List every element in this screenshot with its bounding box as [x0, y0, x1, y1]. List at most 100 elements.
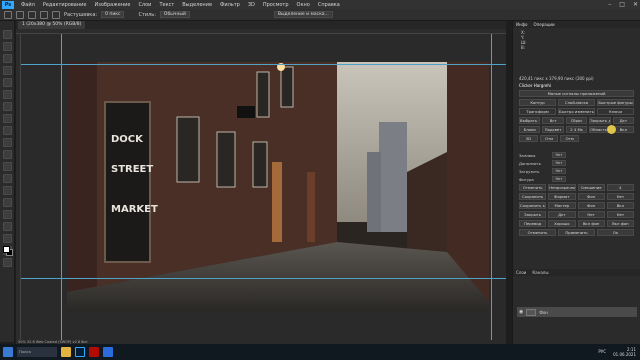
windows-start-icon[interactable]: [3, 347, 13, 357]
pen-tool-icon[interactable]: [3, 198, 12, 207]
prop-extend-value[interactable]: Нет: [552, 160, 566, 166]
maximize-icon[interactable]: □: [619, 1, 625, 8]
grid-no-1[interactable]: Нет: [606, 193, 634, 200]
grid-good[interactable]: Хорошо: [548, 220, 576, 227]
tab-layers[interactable]: Слои: [516, 270, 526, 275]
quick-select-tool-icon[interactable]: [3, 66, 12, 75]
layer-mask-button[interactable]: Слой-маска: [558, 99, 595, 106]
contour-button[interactable]: Контур: [519, 99, 556, 106]
guide-horizontal-bottom[interactable]: [21, 278, 506, 279]
gradient-tool-icon[interactable]: [3, 162, 12, 171]
guide-vertical-right[interactable]: [491, 34, 492, 340]
feather-input[interactable]: 0 пикс: [101, 11, 125, 18]
eyedropper-tool-icon[interactable]: [3, 90, 12, 99]
menu-window[interactable]: Окно: [293, 2, 314, 8]
taskbar-search[interactable]: Поиск: [17, 347, 57, 357]
menu-image[interactable]: Изображение: [90, 2, 134, 8]
file-explorer-icon[interactable]: [61, 347, 71, 357]
dodge-tool-icon[interactable]: [3, 186, 12, 195]
brush-tool-icon[interactable]: [3, 114, 12, 123]
cancel-button-1[interactable]: Отм: [539, 135, 559, 142]
section-title-button[interactable]: Малые сигналы приложений: [519, 90, 634, 97]
document-image[interactable]: DOCK STREET MARKET: [67, 62, 489, 312]
photoshop-taskbar-icon[interactable]: [75, 347, 85, 357]
close-icon[interactable]: ✕: [633, 1, 638, 8]
ops-blend[interactable]: Смешение: [577, 184, 605, 191]
menu-help[interactable]: Справка: [314, 2, 344, 8]
path-select-tool-icon[interactable]: [3, 222, 12, 231]
transform-button[interactable]: Трансформ: [519, 108, 556, 115]
blocks-button[interactable]: Блоки: [519, 126, 541, 133]
tab-operations[interactable]: Операции: [533, 22, 554, 27]
minimize-icon[interactable]: –: [608, 1, 611, 8]
ops-count[interactable]: 4: [606, 184, 634, 191]
browser-taskbar-icon[interactable]: [103, 347, 113, 357]
foreground-color-swatch[interactable]: [3, 246, 10, 253]
reset-button[interactable]: Сброс: [565, 117, 588, 124]
guide-horizontal-top[interactable]: [21, 64, 506, 65]
style-select[interactable]: Обычный: [159, 11, 190, 18]
eye-icon[interactable]: ◉: [519, 309, 523, 315]
foot-ok-button[interactable]: Ок: [597, 229, 634, 236]
ops-undo[interactable]: Отменить: [519, 184, 547, 191]
ms-button[interactable]: 2 4 Ms: [565, 126, 588, 133]
subtract-selection-icon[interactable]: [52, 10, 60, 19]
quick-shapes-button[interactable]: Быстрые фигуры: [597, 99, 634, 106]
grid-on-1[interactable]: Вкл: [606, 202, 634, 209]
stamp-tool-icon[interactable]: [3, 126, 12, 135]
blur-tool-icon[interactable]: [3, 174, 12, 183]
acrobat-taskbar-icon[interactable]: [89, 347, 99, 357]
prop-fill-value[interactable]: Нет: [552, 152, 566, 158]
grid-master[interactable]: Мастер: [548, 202, 576, 209]
menu-text[interactable]: Текст: [155, 2, 178, 8]
menu-select[interactable]: Выделение: [178, 2, 216, 8]
grid-bg-1[interactable]: Фон: [577, 193, 605, 200]
menu-view[interactable]: Просмотр: [259, 2, 293, 8]
grid-format[interactable]: Формат: [548, 193, 576, 200]
grid-save-as[interactable]: Сохранить как...: [519, 202, 547, 209]
layer-background[interactable]: ◉ Фон: [517, 307, 637, 317]
zoom-tool-icon[interactable]: [3, 258, 12, 267]
cancel-button-2[interactable]: Отм: [560, 135, 580, 142]
prop-shape-value[interactable]: Нет: [552, 176, 566, 182]
grid-dkt[interactable]: Дкт: [548, 211, 576, 218]
crop-tool-icon[interactable]: [3, 78, 12, 87]
grid-save[interactable]: Сохранить: [519, 193, 547, 200]
keys-button[interactable]: Ключи: [597, 108, 634, 115]
grid-bg-on-2[interactable]: Вкл фон: [606, 220, 634, 227]
choose-point-button[interactable]: Выбрать точку...: [519, 117, 541, 124]
menu-file[interactable]: Файл: [17, 2, 39, 8]
tab-info[interactable]: Инфо: [516, 22, 527, 27]
quick-change-button[interactable]: Быстро изменить: [558, 108, 595, 115]
history-brush-tool-icon[interactable]: [3, 138, 12, 147]
menu-3d[interactable]: 3D: [244, 2, 259, 8]
grid-no-3[interactable]: Нет: [606, 211, 634, 218]
marquee-tool-icon[interactable]: [3, 42, 12, 51]
lasso-tool-icon[interactable]: [3, 54, 12, 63]
menu-filter[interactable]: Фильтр: [216, 2, 244, 8]
grid-translate[interactable]: Перевод: [519, 220, 547, 227]
add-selection-icon[interactable]: [40, 10, 48, 19]
foot-apply-button[interactable]: Применить: [558, 229, 595, 236]
grid-bg-2[interactable]: Фон: [577, 202, 605, 209]
healing-tool-icon[interactable]: [3, 102, 12, 111]
3d-button[interactable]: 3D: [519, 135, 538, 142]
shape-tool-icon[interactable]: [3, 234, 12, 243]
menu-edit[interactable]: Редактирование: [39, 2, 91, 8]
new-selection-icon[interactable]: [28, 10, 36, 19]
type-tool-icon[interactable]: [3, 210, 12, 219]
canvas-area[interactable]: DOCK STREET MARKET: [21, 34, 506, 340]
menu-layers[interactable]: Слои: [134, 2, 155, 8]
grid-no-2[interactable]: Нет: [577, 211, 605, 218]
language-indicator[interactable]: РУС: [598, 349, 606, 354]
prop-load-value[interactable]: Нет: [552, 168, 566, 174]
grid-close[interactable]: Закрыть: [519, 211, 547, 218]
highlight-button[interactable]: Подсвет: [542, 126, 564, 133]
select-and-mask-button[interactable]: Выделение и маска...: [273, 11, 333, 18]
tab-channels[interactable]: Каналы: [532, 270, 548, 275]
home-icon[interactable]: [4, 10, 12, 19]
document-tab[interactable]: 1 (20x380 @ 50% (RGB/8): [18, 21, 86, 29]
eraser-tool-icon[interactable]: [3, 150, 12, 159]
guide-vertical-left[interactable]: [61, 34, 62, 340]
marquee-tool-icon[interactable]: [16, 10, 24, 19]
